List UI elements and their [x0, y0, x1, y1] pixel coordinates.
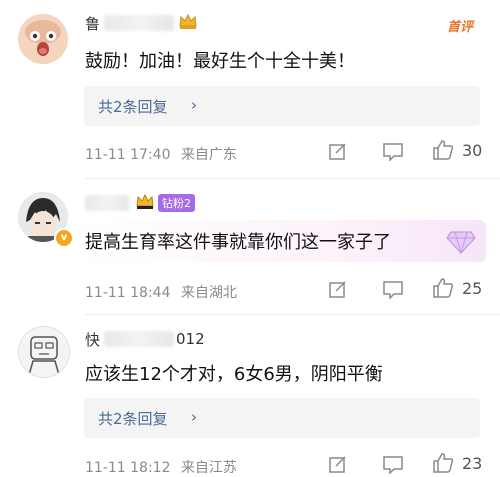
comment-location: 来自广东 [180, 147, 237, 163]
comment-time: 11-11 18:44 [85, 285, 171, 301]
like-icon [433, 140, 454, 160]
fan-level-badge: 钻粉2 [158, 194, 195, 212]
verified-badge-icon: v [54, 228, 74, 248]
comment-meta: 11-11 18:44 来自湖北 [85, 282, 237, 302]
divider [85, 178, 500, 179]
edit-icon[interactable] [328, 279, 348, 299]
username[interactable]: 快 [85, 329, 100, 350]
like-count: 25 [462, 278, 483, 298]
avatar-image [19, 327, 69, 377]
comment-meta: 11-11 18:12 来自江苏 [85, 457, 237, 477]
comment-1: 鲁 首评 鼓励！加油！最好生个十全十美！ 共2条回复 › 11-11 17:40… [0, 0, 500, 175]
username-blurred [85, 195, 129, 211]
username-row: 快 012 [85, 328, 205, 350]
comment-time: 11-11 17:40 [85, 147, 171, 163]
username[interactable]: 鲁 [85, 13, 100, 34]
username-row: 鲁 [85, 12, 198, 34]
comment-text: 应该生12个才对，6女6男，阴阳平衡 [85, 364, 383, 385]
first-comment-badge: 首评 [447, 20, 474, 35]
comment-location: 来自湖北 [180, 285, 237, 301]
like-button[interactable]: 23 [432, 452, 482, 474]
like-button[interactable]: 25 [432, 277, 482, 299]
comment-text: 鼓励！加油！最好生个十全十美！ [85, 51, 355, 72]
avatar-surprised-face[interactable] [18, 14, 68, 64]
comment-text: 提高生育率这件事就靠你们这一家子了 [85, 232, 391, 253]
crown-icon [135, 192, 155, 214]
comment-icon[interactable] [382, 279, 404, 299]
edit-icon[interactable] [328, 141, 348, 161]
replies-label: 共2条回复 [98, 98, 168, 116]
comment-icon[interactable] [382, 141, 404, 161]
avatar-sketch-character[interactable] [18, 326, 70, 378]
username-tail: 012 [176, 330, 205, 348]
username-row: 钻粉2 [85, 192, 195, 214]
like-count: 23 [462, 453, 483, 473]
like-icon [433, 278, 454, 298]
chevron-right-icon: › [191, 408, 197, 426]
divider [85, 314, 500, 315]
username-blurred [104, 15, 175, 31]
like-icon [433, 453, 454, 473]
comment-time: 11-11 18:12 [85, 460, 171, 476]
comment-3: 快 012 应该生12个才对，6女6男，阴阳平衡 共2条回复 › 11-11 1… [0, 316, 500, 476]
like-button[interactable]: 30 [432, 139, 482, 161]
replies-button[interactable]: 共2条回复 › [84, 86, 480, 126]
username-blurred [104, 331, 175, 347]
comment-icon[interactable] [382, 454, 404, 474]
comment-2: v 钻粉2 提高生育率这件事就靠你们这一家子了 11-11 18:44 来自湖北 [0, 180, 500, 310]
like-count: 30 [462, 140, 483, 160]
crown-icon [178, 12, 198, 34]
avatar-image [18, 14, 68, 64]
comment-location: 来自江苏 [180, 460, 237, 476]
comment-meta: 11-11 17:40 来自广东 [85, 144, 237, 164]
replies-label: 共2条回复 [98, 410, 168, 428]
edit-icon[interactable] [328, 454, 348, 474]
chevron-right-icon: › [191, 96, 197, 114]
diamond-icon [446, 228, 476, 258]
replies-button[interactable]: 共2条回复 › [84, 398, 480, 438]
